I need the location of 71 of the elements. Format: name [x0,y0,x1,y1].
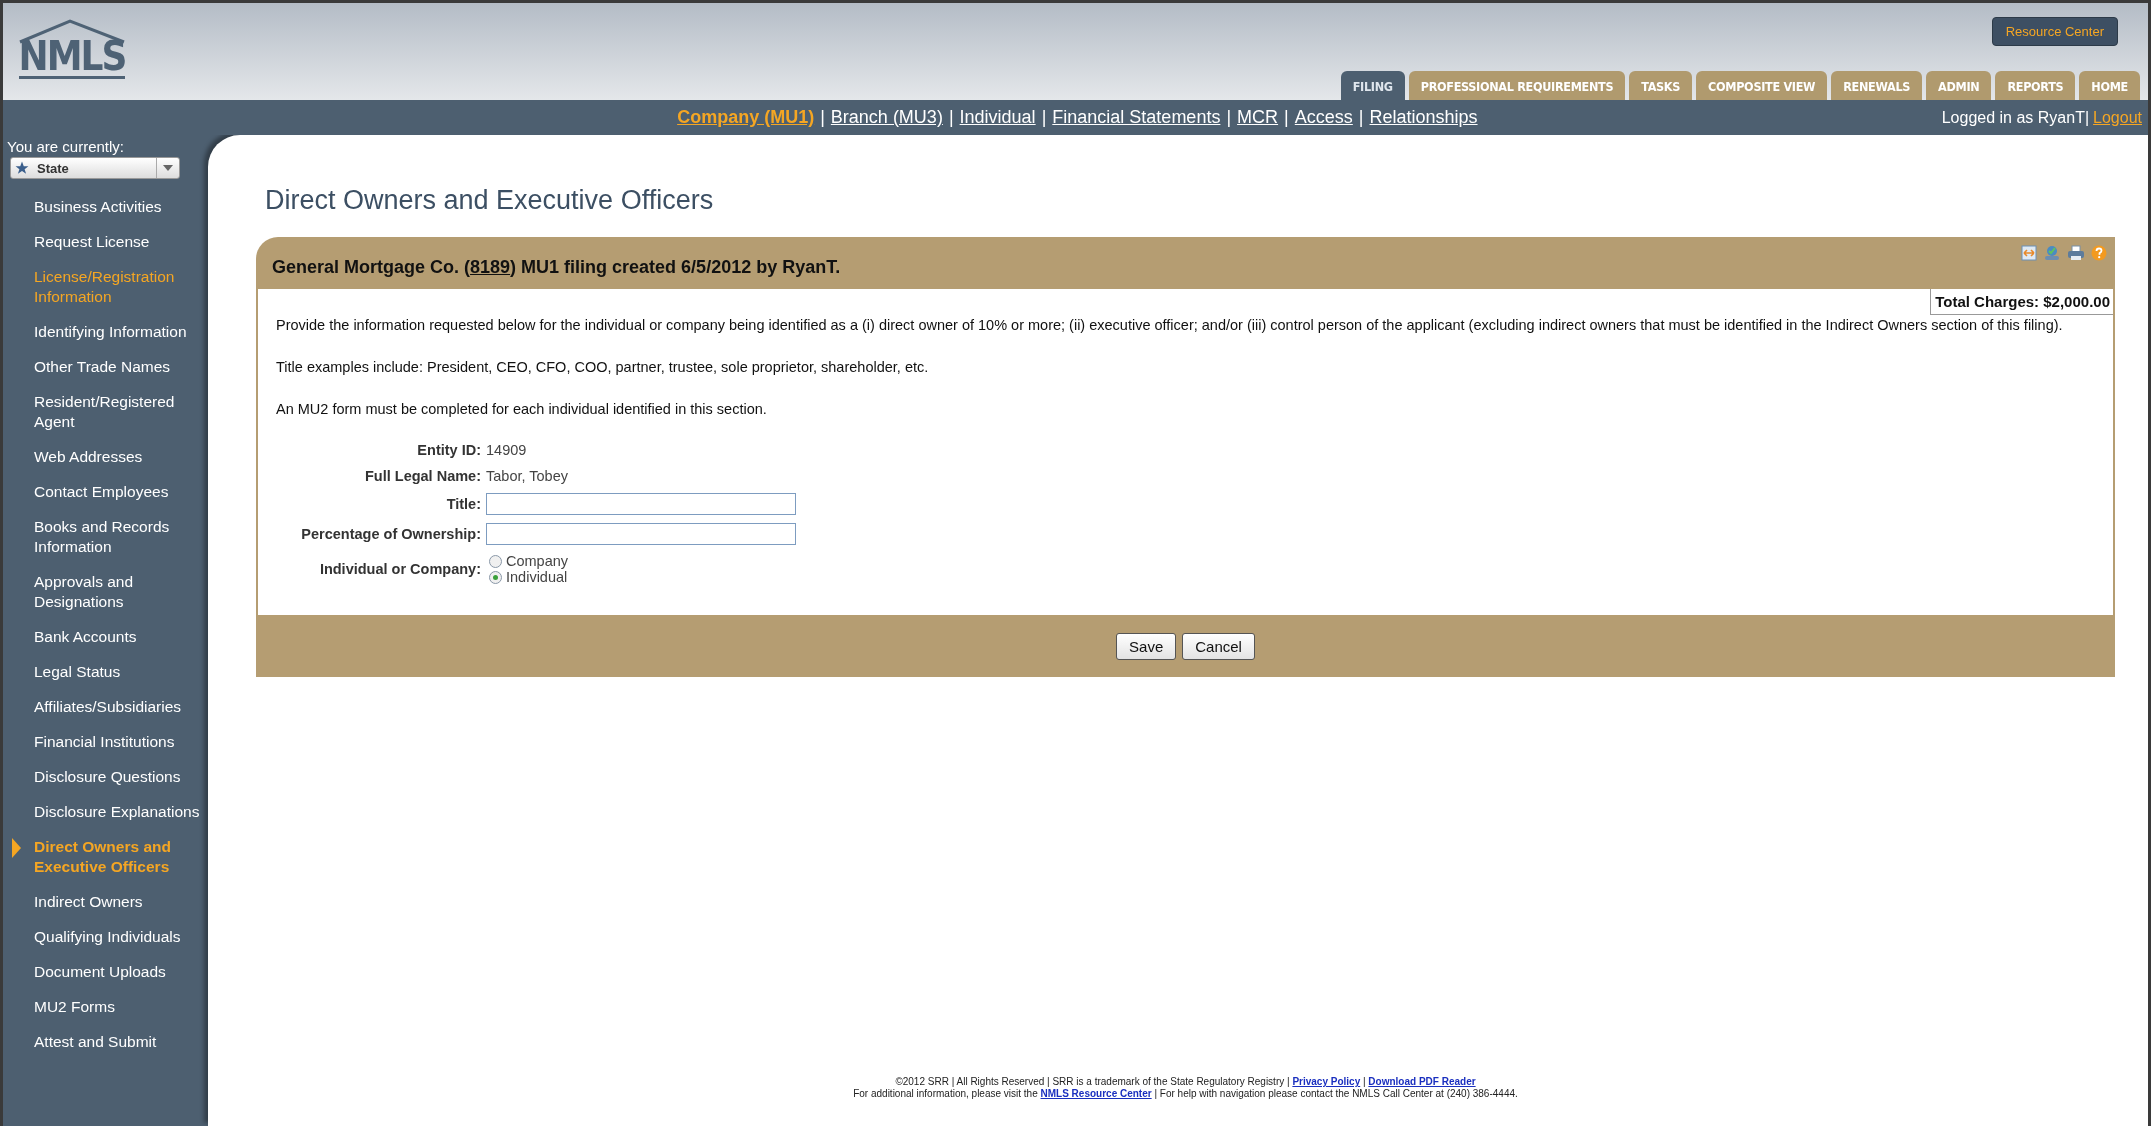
radio-option[interactable]: Individual [486,569,806,585]
expand-icon [2021,245,2037,261]
field-value: Tabor, Tobey [486,468,568,484]
filing-heading: General Mortgage Co. (8189) MU1 filing created 6/5/2012 by RyanT. [272,256,841,278]
separator-text: | [948,107,954,128]
nav-link[interactable]: Access [1294,107,1353,128]
field-label: Title: [445,496,481,512]
sidebar-item[interactable]: Request License [34,231,150,252]
sidebar-item[interactable]: Legal Status [34,661,121,682]
sidebar-item[interactable]: Qualifying Individuals [34,926,181,947]
footer-link[interactable]: Privacy Policy [1292,1076,1361,1087]
state-dropdown[interactable]: State [10,157,180,179]
nav-tab[interactable]: FILING [1340,71,1405,100]
footer-link[interactable]: Download PDF Reader [1368,1076,1476,1087]
nav-link[interactable]: Relationships [1369,107,1478,128]
sidebar-item[interactable]: Attest and Submit [34,1031,157,1052]
printer-icon [2067,245,2085,261]
instruction-text: An MU2 form must be completed for each individual identified in this section. [276,400,768,419]
sidebar-item[interactable]: License/Registration Information [34,266,202,307]
separator-text: | [1041,107,1047,128]
filing-number-link[interactable]: 8189 [470,256,511,277]
star-icon [15,161,29,175]
resource-center-button[interactable]: Resource Center [1991,17,2118,46]
globe-icon [2043,245,2061,261]
sidebar-item[interactable]: Disclosure Questions [34,766,181,787]
form-button[interactable]: Cancel [1182,632,1255,660]
form-button[interactable]: Save [1116,632,1177,660]
help-icon [2091,245,2107,261]
nav-link[interactable]: Individual [959,107,1036,128]
separator-text: | [1226,107,1232,128]
field-label: Full Legal Name: [363,468,481,484]
field-label: Entity ID: [416,442,481,458]
separator-text: | [1358,107,1364,128]
sidebar-item[interactable]: Affiliates/Subsidiaries [34,696,182,717]
sidebar-item[interactable]: Disclosure Explanations [34,801,200,822]
sidebar-item[interactable]: Resident/Registered Agent [34,391,202,432]
sidebar-item[interactable]: Bank Accounts [34,626,137,647]
nav-link[interactable]: MCR [1237,107,1279,128]
sidebar-item[interactable]: Identifying Information [34,321,187,342]
sidebar-item[interactable]: Books and Records Information [34,516,202,557]
separator-text: | [1284,107,1289,128]
total-charges: Total Charges: $2,000.00 [1930,289,2113,315]
sidebar-item[interactable]: Other Trade Names [34,356,171,377]
page-title: Direct Owners and Executive Officers [265,185,715,216]
logged-in-text: Logged in as RyanT| [1941,108,2090,127]
pointer-icon [12,838,21,858]
footer-text: For additional information, please visit the NMLS Resource Center | For help with navigation please contact the NMLS Call Center at (240) 386-4444. [853,1088,1518,1100]
sidebar-item[interactable]: Approvals and Designations [34,571,202,612]
footer-text: ©2012 SRR | All Rights Reserved | SRR is a trademark of the State Regulatory Registry | Privacy Policy | Download PDF Reader [895,1076,1476,1088]
nav-link[interactable]: Branch (MU3) [830,107,943,128]
sidebar-caption: You are currently: [6,137,125,155]
instruction-text: Title examples include: President, CEO, CFO, COO, partner, trustee, sole proprietor, shareholder, etc. [276,358,930,377]
sidebar-item[interactable]: Document Uploads [34,961,166,982]
sidebar-item[interactable]: Web Addresses [34,446,143,467]
sidebar-item[interactable]: Financial Institutions [34,731,175,752]
field-label: Individual or Company: [318,561,481,577]
caret-icon [163,165,173,171]
separator-text: | [820,107,825,128]
logo-text: NMLS [18,36,126,79]
sidebar-item[interactable]: Contact Employees [34,481,169,502]
sidebar-item[interactable]: Business Activities [34,196,162,217]
footer-link[interactable]: NMLS Resource Center [1040,1088,1152,1099]
sidebar-item[interactable]: Indirect Owners [34,891,143,912]
field-label: Percentage of Ownership: [300,526,481,542]
sidebar-item[interactable]: MU2 Forms [34,996,115,1017]
field-value: 14909 [486,442,527,458]
nav-link[interactable]: Financial Statements [1052,107,1221,128]
radio-option[interactable]: Company [486,553,806,569]
instruction-text: Provide the information requested below for the individual or company being identified as a (i) direct owner of 10% or more; (ii) executive officer; and/or (iii) control person of the applicant (excluding indirect owners that must be identified in the Indirect Owners section of this filing). [276,316,2064,335]
text-input[interactable] [486,523,796,545]
text-input[interactable] [486,493,796,515]
